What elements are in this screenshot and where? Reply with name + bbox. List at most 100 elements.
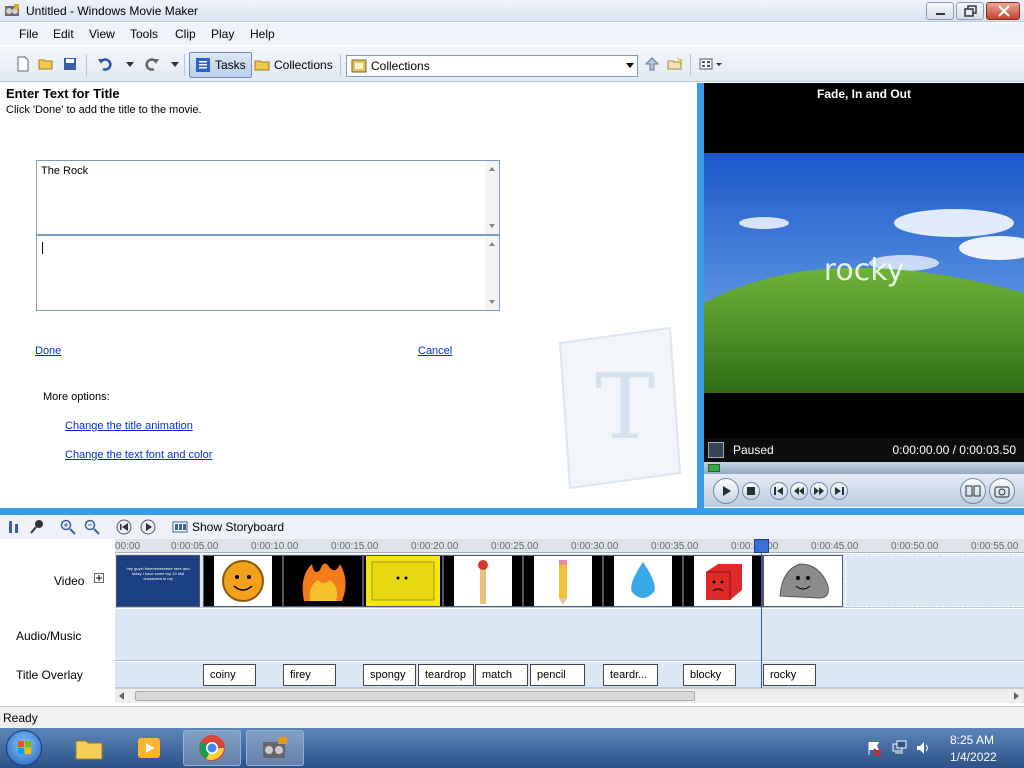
forward-button[interactable] <box>830 482 848 500</box>
title-clip-pencil[interactable]: pencil <box>530 664 585 686</box>
scroll-up-icon[interactable] <box>489 242 495 246</box>
menu-bar: File Edit View Tools Clip Play Help <box>0 23 1024 45</box>
title-clip-teardrop[interactable]: teardrop <box>418 664 474 686</box>
volume-icon[interactable] <box>915 740 931 756</box>
timeline-scrollbar[interactable] <box>115 688 1024 703</box>
change-title-animation-link[interactable]: Change the title animation <box>65 420 193 432</box>
video-clip-teardrop[interactable] <box>603 555 683 607</box>
title-clip-blocky[interactable]: blocky <box>683 664 736 686</box>
clock-time[interactable]: 8:25 AM <box>950 733 994 747</box>
pane-divider[interactable] <box>697 83 704 508</box>
video-clip-intro[interactable]: hey guys! theeeeeeeeeee here and today I… <box>116 555 200 607</box>
title-text-input-2[interactable] <box>36 235 500 311</box>
title-text-input-1[interactable]: The Rock <box>36 160 500 235</box>
menu-file[interactable]: File <box>19 27 38 41</box>
textbox-scrollbar[interactable] <box>485 161 499 234</box>
seek-thumb[interactable] <box>708 464 720 472</box>
taskbar-media-player[interactable] <box>120 730 178 766</box>
video-clip-spongy[interactable] <box>363 555 443 607</box>
scroll-up-icon[interactable] <box>489 167 495 171</box>
expand-plus-icon[interactable] <box>94 573 104 583</box>
video-clip-pencil[interactable] <box>523 555 603 607</box>
more-options-label: More options: <box>43 391 110 403</box>
views-icon[interactable] <box>699 56 725 72</box>
menu-play[interactable]: Play <box>211 27 234 41</box>
menu-edit[interactable]: Edit <box>53 27 74 41</box>
previous-frame-button[interactable] <box>790 482 808 500</box>
scroll-down-icon[interactable] <box>489 224 495 228</box>
playhead[interactable] <box>754 539 769 688</box>
take-picture-button[interactable] <box>989 478 1015 504</box>
zoom-out-icon[interactable] <box>84 519 100 535</box>
cancel-link[interactable]: Cancel <box>418 345 452 357</box>
scroll-down-icon[interactable] <box>489 300 495 304</box>
video-clip-firey[interactable] <box>283 555 363 607</box>
collections-button[interactable]: Collections <box>249 52 338 78</box>
video-track[interactable]: hey guys! theeeeeeeeeee here and today I… <box>115 554 1024 608</box>
time-ruler[interactable]: 00:00 0:00:05.00 0:00:10.00 0:00:15.00 0… <box>115 539 1024 553</box>
set-audio-levels-icon[interactable] <box>6 519 22 535</box>
scroll-left-icon[interactable] <box>118 692 126 700</box>
textbox-scrollbar[interactable] <box>485 236 499 310</box>
redo-dropdown-icon[interactable] <box>167 56 183 72</box>
change-font-color-link[interactable]: Change the text font and color <box>65 449 212 461</box>
menu-tools[interactable]: Tools <box>130 27 158 41</box>
new-project-icon[interactable] <box>15 56 31 72</box>
restore-button[interactable] <box>956 2 984 20</box>
menu-view[interactable]: View <box>89 27 115 41</box>
title-clip-firey[interactable]: firey <box>283 664 336 686</box>
narrate-timeline-icon[interactable] <box>29 519 45 535</box>
taskbar-explorer[interactable] <box>60 730 118 766</box>
redo-icon[interactable] <box>144 56 160 72</box>
menu-clip[interactable]: Clip <box>175 27 196 41</box>
storyboard-icon[interactable] <box>172 519 188 535</box>
rewind-timeline-icon[interactable] <box>116 519 132 535</box>
action-center-flag-icon[interactable] <box>866 740 882 756</box>
show-storyboard-button[interactable]: Show Storyboard <box>192 520 284 534</box>
seek-bar[interactable] <box>704 462 1024 474</box>
taskbar-chrome[interactable] <box>183 730 241 766</box>
taskbar-movie-maker[interactable] <box>246 730 304 766</box>
scrollbar-thumb[interactable] <box>135 691 695 701</box>
playhead-handle[interactable] <box>754 539 769 553</box>
menu-help[interactable]: Help <box>250 27 275 41</box>
video-clip-coiny[interactable] <box>203 555 283 607</box>
save-project-icon[interactable] <box>62 56 78 72</box>
title-clip-teardrop-2[interactable]: teardr... <box>603 664 658 686</box>
scroll-right-icon[interactable] <box>1012 692 1020 700</box>
next-frame-button[interactable] <box>810 482 828 500</box>
start-button[interactable] <box>6 730 42 766</box>
collections-combo[interactable]: Collections <box>346 55 638 77</box>
audio-music-track[interactable] <box>115 609 1024 661</box>
back-button[interactable] <box>770 482 788 500</box>
title-clip-rocky[interactable]: rocky <box>763 664 816 686</box>
title-overlay-track[interactable]: coiny firey spongy teardrop match pencil… <box>115 662 1024 688</box>
monitor-detach-icon[interactable] <box>708 442 724 458</box>
clock-date[interactable]: 1/4/2022 <box>950 750 997 764</box>
title-clip-spongy[interactable]: spongy <box>363 664 416 686</box>
ruler-tick: 0:00:45.00 <box>811 541 859 552</box>
title-clip-match[interactable]: match <box>475 664 528 686</box>
undo-dropdown-icon[interactable] <box>122 56 138 72</box>
close-button[interactable] <box>986 2 1020 20</box>
zoom-in-icon[interactable] <box>60 519 76 535</box>
stop-button[interactable] <box>742 482 760 500</box>
split-clip-button[interactable] <box>960 478 986 504</box>
up-one-level-icon[interactable] <box>644 56 660 72</box>
minimize-button[interactable] <box>926 2 954 20</box>
teardrop-thumbnail <box>631 562 655 598</box>
play-button[interactable] <box>713 478 739 504</box>
video-clip-blocky[interactable] <box>683 555 763 607</box>
undo-icon[interactable] <box>97 56 113 72</box>
play-timeline-icon[interactable] <box>140 519 156 535</box>
tasks-button[interactable]: Tasks <box>189 52 252 78</box>
timeline-divider[interactable] <box>0 508 1024 515</box>
open-project-icon[interactable] <box>38 56 54 72</box>
title-clip-coiny[interactable]: coiny <box>203 664 256 686</box>
new-collection-folder-icon[interactable] <box>667 56 683 72</box>
network-icon[interactable] <box>891 740 907 756</box>
video-clip-match[interactable] <box>443 555 523 607</box>
video-clip-rocky[interactable] <box>763 555 843 607</box>
done-link[interactable]: Done <box>35 345 61 357</box>
empty-video-slot[interactable] <box>845 555 1024 607</box>
